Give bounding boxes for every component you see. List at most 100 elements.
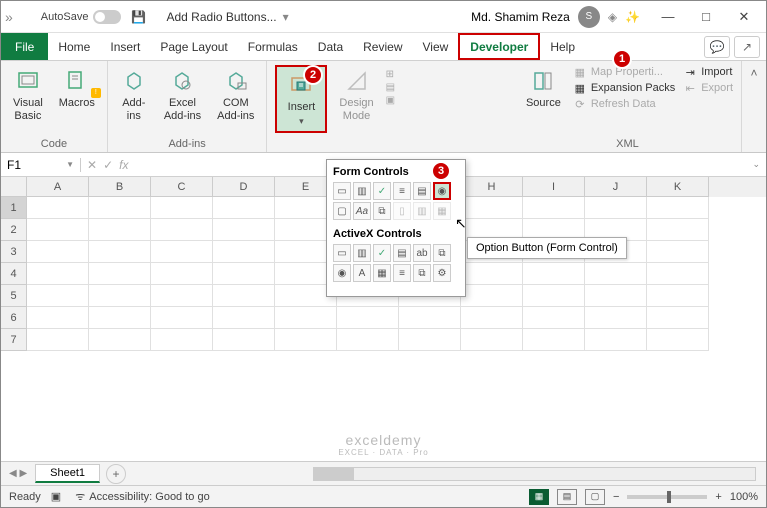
- form-groupbox-icon[interactable]: ▢: [333, 202, 351, 220]
- cancel-formula-icon[interactable]: ✕: [87, 158, 97, 172]
- cell[interactable]: [213, 285, 275, 307]
- autosave-toggle[interactable]: [93, 10, 121, 24]
- cell[interactable]: [275, 307, 337, 329]
- cell[interactable]: [399, 329, 461, 351]
- cell[interactable]: [585, 307, 647, 329]
- cell[interactable]: [151, 241, 213, 263]
- cell[interactable]: [647, 197, 709, 219]
- cell[interactable]: [89, 219, 151, 241]
- refresh-data-button[interactable]: ⟳Refresh Data: [573, 97, 675, 111]
- form-textfield-icon[interactable]: ▯: [393, 202, 411, 220]
- accessibility-status[interactable]: ᯤ Accessibility: Good to go: [75, 489, 210, 504]
- export-button[interactable]: ⇤Export: [683, 81, 733, 95]
- view-page-break-button[interactable]: ▢: [585, 489, 605, 505]
- cell[interactable]: [523, 197, 585, 219]
- col-header[interactable]: J: [585, 177, 647, 197]
- cell[interactable]: [523, 329, 585, 351]
- row-header[interactable]: 6: [1, 307, 27, 329]
- design-mode-button[interactable]: Design Mode: [335, 65, 377, 125]
- cell[interactable]: [89, 263, 151, 285]
- cell[interactable]: [337, 307, 399, 329]
- cell[interactable]: [151, 285, 213, 307]
- cell[interactable]: [585, 285, 647, 307]
- expand-formula-icon[interactable]: ⌄: [746, 159, 766, 170]
- col-header[interactable]: H: [461, 177, 523, 197]
- row-header[interactable]: 5: [1, 285, 27, 307]
- row-header[interactable]: 3: [1, 241, 27, 263]
- tab-developer[interactable]: Developer: [458, 33, 540, 60]
- form-combo3-icon[interactable]: ▦: [433, 202, 451, 220]
- ax-listbox-icon[interactable]: ▤: [393, 244, 411, 262]
- cell[interactable]: [647, 241, 709, 263]
- expansion-packs-button[interactable]: ▦Expansion Packs: [573, 81, 675, 95]
- cell[interactable]: [647, 329, 709, 351]
- cell[interactable]: [151, 219, 213, 241]
- cell[interactable]: [461, 307, 523, 329]
- chevron-down-icon[interactable]: ▼: [66, 160, 74, 169]
- select-all-corner[interactable]: [1, 177, 27, 197]
- cell[interactable]: [399, 307, 461, 329]
- tab-page-layout[interactable]: Page Layout: [150, 33, 237, 60]
- form-label-icon[interactable]: Aa: [353, 202, 371, 220]
- name-box[interactable]: F1 ▼: [1, 158, 81, 172]
- form-scrollbar-icon[interactable]: ⧉: [373, 202, 391, 220]
- diamond-icon[interactable]: ◈: [608, 10, 617, 24]
- ax-more-icon[interactable]: ⚙: [433, 264, 451, 282]
- history-icon[interactable]: »: [5, 9, 13, 25]
- cell[interactable]: [27, 219, 89, 241]
- sheet-tab[interactable]: Sheet1: [35, 464, 100, 483]
- cell[interactable]: [27, 197, 89, 219]
- enter-formula-icon[interactable]: ✓: [103, 158, 113, 172]
- col-header[interactable]: D: [213, 177, 275, 197]
- macro-record-icon[interactable]: ▣: [51, 490, 61, 503]
- col-header[interactable]: B: [89, 177, 151, 197]
- tab-home[interactable]: Home: [48, 33, 100, 60]
- user-avatar[interactable]: S: [578, 6, 600, 28]
- cell[interactable]: [151, 197, 213, 219]
- cell[interactable]: [213, 241, 275, 263]
- view-normal-button[interactable]: ▦: [529, 489, 549, 505]
- cell[interactable]: [89, 307, 151, 329]
- macros-button[interactable]: Macros !: [55, 65, 99, 112]
- cell[interactable]: [213, 307, 275, 329]
- scrollbar-thumb[interactable]: [314, 468, 354, 480]
- cell[interactable]: [89, 329, 151, 351]
- ax-label-icon[interactable]: A: [353, 264, 371, 282]
- col-header[interactable]: C: [151, 177, 213, 197]
- cell[interactable]: [27, 241, 89, 263]
- cell[interactable]: [523, 285, 585, 307]
- tab-file[interactable]: File: [1, 33, 48, 60]
- share-button[interactable]: ↗: [734, 36, 760, 58]
- cell[interactable]: [523, 307, 585, 329]
- cell[interactable]: [461, 285, 523, 307]
- tab-data[interactable]: Data: [308, 33, 353, 60]
- form-checkbox-icon[interactable]: ✓: [373, 182, 391, 200]
- add-sheet-button[interactable]: +: [106, 464, 126, 484]
- cell[interactable]: [523, 263, 585, 285]
- tab-review[interactable]: Review: [353, 33, 412, 60]
- cell[interactable]: [275, 329, 337, 351]
- save-icon[interactable]: 💾: [131, 9, 147, 25]
- cell[interactable]: [461, 197, 523, 219]
- tab-view[interactable]: View: [413, 33, 459, 60]
- cell[interactable]: [27, 307, 89, 329]
- minimize-button[interactable]: —: [650, 3, 686, 31]
- cell[interactable]: [213, 219, 275, 241]
- maximize-button[interactable]: □: [688, 3, 724, 31]
- cell[interactable]: [647, 285, 709, 307]
- cell[interactable]: [461, 263, 523, 285]
- cell[interactable]: [647, 219, 709, 241]
- cell[interactable]: [337, 329, 399, 351]
- cell[interactable]: [585, 197, 647, 219]
- cell[interactable]: [27, 329, 89, 351]
- cell[interactable]: [585, 263, 647, 285]
- ax-toggle-icon[interactable]: ⧉: [413, 264, 431, 282]
- ax-combo-icon[interactable]: ▥: [353, 244, 371, 262]
- ax-checkbox-icon[interactable]: ✓: [373, 244, 391, 262]
- collapse-ribbon-button[interactable]: ˄: [742, 61, 766, 85]
- com-addins-button[interactable]: COM Add-ins: [213, 65, 258, 125]
- form-listbox-icon[interactable]: ▤: [413, 182, 431, 200]
- horizontal-scrollbar[interactable]: [313, 467, 756, 481]
- cell[interactable]: [89, 285, 151, 307]
- row-header[interactable]: 1: [1, 197, 27, 219]
